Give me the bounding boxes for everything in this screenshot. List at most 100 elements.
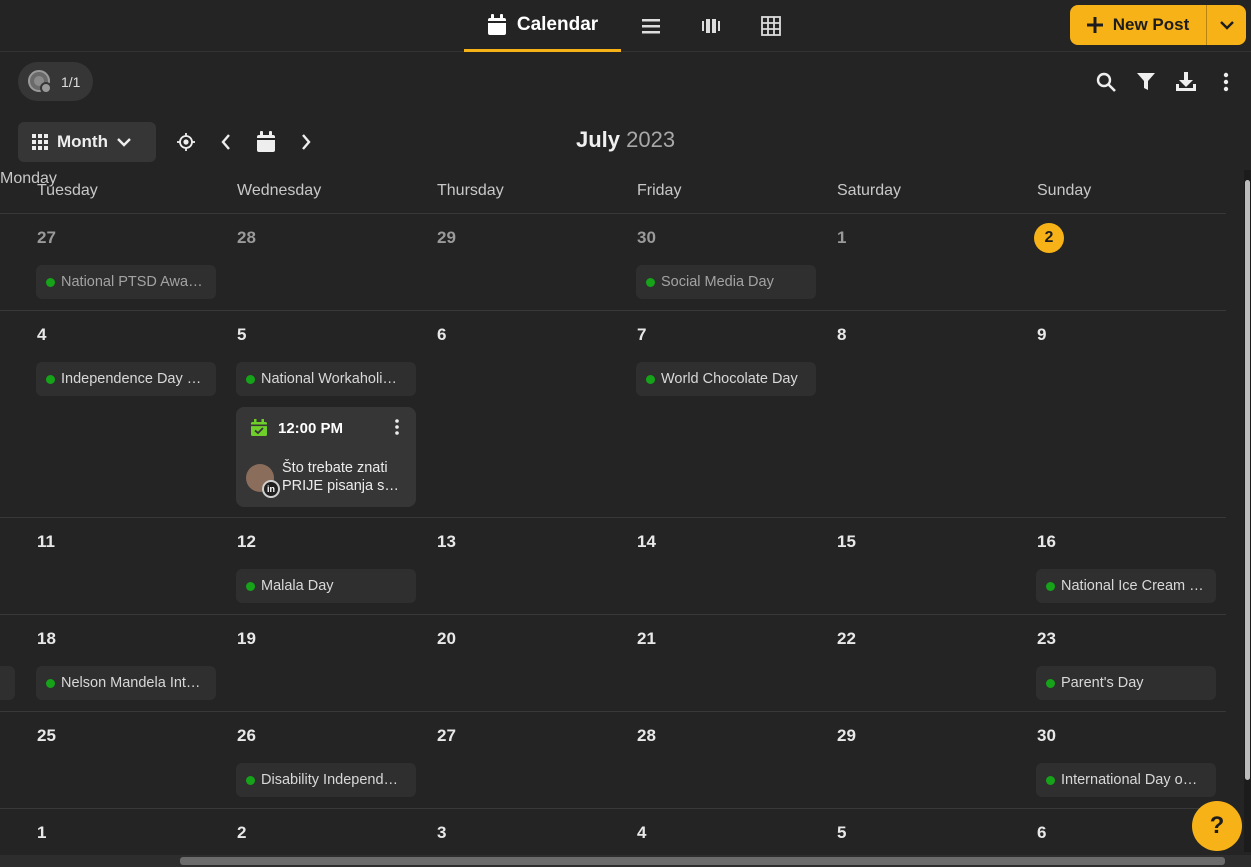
day-cell[interactable]: 1 xyxy=(800,214,1000,310)
day-number: 6 xyxy=(1037,823,1047,842)
day-number: 16 xyxy=(1037,532,1056,551)
day-cell[interactable]: 12 Malala Day xyxy=(200,518,416,614)
new-post-button[interactable]: New Post xyxy=(1070,5,1206,45)
day-cell[interactable]: 29 xyxy=(800,712,1000,808)
day-cell[interactable]: 1 xyxy=(0,809,200,856)
day-cell[interactable]: 6 xyxy=(400,311,600,517)
day-cell[interactable]: 5 xyxy=(800,809,1000,856)
accounts-selector[interactable]: 1/1 xyxy=(18,62,93,101)
day-cell[interactable]: 19 xyxy=(200,615,400,711)
holiday-event-pill[interactable]: National PTSD Awa… xyxy=(36,265,216,299)
day-cell[interactable]: 4 xyxy=(600,809,800,856)
day-cell[interactable]: 23 Parent's Day xyxy=(1000,615,1216,711)
holiday-event-pill[interactable]: World Chocolate Day xyxy=(636,362,816,396)
day-cell[interactable]: 8 xyxy=(800,311,1000,517)
holiday-event-pill[interactable]: Social Media Day xyxy=(636,265,816,299)
day-cell[interactable]: 22 xyxy=(800,615,1000,711)
day-cell[interactable]: 27 National PTSD Awa… xyxy=(0,214,216,310)
day-cell[interactable]: 5 National Workaholi… 12:00 PM in Što trebat… xyxy=(200,311,416,517)
tab-calendar-label: Calendar xyxy=(516,13,599,35)
week-row: 1 2 3 4 5 6 xyxy=(0,809,1226,857)
tab-grid-view[interactable] xyxy=(741,0,801,52)
event-dot-icon xyxy=(1046,678,1055,688)
right-toolbar xyxy=(1096,70,1236,94)
day-cell[interactable]: 29 xyxy=(400,214,600,310)
day-cell[interactable]: 25 xyxy=(0,712,200,808)
day-cell[interactable]: 14 xyxy=(600,518,800,614)
day-cell[interactable]: 21 xyxy=(600,615,800,711)
holiday-event-pill[interactable]: Malala Day xyxy=(236,569,416,603)
filter-icon[interactable] xyxy=(1136,70,1156,94)
day-cell[interactable]: 30 Social Media Day xyxy=(600,214,816,310)
more-vertical-icon[interactable] xyxy=(1216,70,1236,94)
download-icon[interactable] xyxy=(1176,70,1196,94)
day-cell[interactable]: 7 World Chocolate Day xyxy=(600,311,816,517)
weekday-label: Tuesday xyxy=(37,182,98,199)
day-cell[interactable]: 26 Disability Independ… xyxy=(200,712,416,808)
day-cell[interactable]: 9 xyxy=(1000,311,1200,517)
post-preview-text: Što trebate znati PRIJE pisanja s… xyxy=(282,459,410,495)
calendar-icon xyxy=(487,13,507,36)
day-cell[interactable]: 6 xyxy=(1000,809,1200,856)
scheduled-post-card[interactable]: 12:00 PM in Što trebate znati PRIJE pisanja… xyxy=(236,407,416,507)
view-mode-select[interactable]: Month xyxy=(18,122,156,162)
chevron-left-icon[interactable] xyxy=(214,130,238,154)
day-cell[interactable]: 16 National Ice Cream … xyxy=(1000,518,1216,614)
holiday-event-pill[interactable]: National Ice Cream … xyxy=(1036,569,1216,603)
offscreen-event-pill[interactable] xyxy=(0,666,15,700)
day-cell[interactable]: 28 xyxy=(600,712,800,808)
date-picker-icon[interactable] xyxy=(254,130,278,154)
weekday-label: Friday xyxy=(637,182,682,199)
day-number: 20 xyxy=(437,629,456,648)
day-number: 22 xyxy=(837,629,856,648)
event-title: National Ice Cream … xyxy=(1061,578,1204,594)
holiday-event-pill[interactable]: Independence Day … xyxy=(36,362,216,396)
new-post-label: New Post xyxy=(1112,15,1190,34)
day-cell[interactable]: 27 xyxy=(400,712,600,808)
day-number: 28 xyxy=(237,228,256,247)
day-cell[interactable]: 18 Nelson Mandela Int… xyxy=(0,615,216,711)
event-dot-icon xyxy=(646,374,655,384)
day-cell[interactable]: 11 xyxy=(0,518,200,614)
new-post-dropdown-button[interactable] xyxy=(1206,5,1246,45)
weekday-label: Thursday xyxy=(437,182,504,199)
day-number: 7 xyxy=(637,325,647,344)
event-title: Parent's Day xyxy=(1061,675,1144,691)
event-dot-icon xyxy=(246,775,255,785)
holiday-event-pill[interactable]: Nelson Mandela Int… xyxy=(36,666,216,700)
horizontal-scrollbar[interactable] xyxy=(0,855,1251,867)
vertical-scrollbar[interactable] xyxy=(1244,170,1251,852)
day-cell[interactable]: 28 xyxy=(200,214,400,310)
holiday-event-pill[interactable]: National Workaholi… xyxy=(236,362,416,396)
holiday-event-pill[interactable]: Parent's Day xyxy=(1036,666,1216,700)
day-cell[interactable]: 2 xyxy=(1000,214,1200,310)
locate-today-icon[interactable] xyxy=(174,130,198,154)
grid-icon xyxy=(761,16,781,36)
tab-board-view[interactable] xyxy=(681,0,741,52)
event-title: Independence Day … xyxy=(61,371,202,387)
day-cell[interactable]: 2 xyxy=(200,809,400,856)
day-cell[interactable]: 15 xyxy=(800,518,1000,614)
day-cell[interactable]: 4 Independence Day … xyxy=(0,311,216,517)
chevron-right-icon[interactable] xyxy=(294,130,318,154)
day-number: 8 xyxy=(837,325,847,344)
day-number: 27 xyxy=(37,228,56,247)
day-cell[interactable]: 20 xyxy=(400,615,600,711)
event-dot-icon xyxy=(1046,775,1055,785)
calendar-check-icon xyxy=(250,419,268,437)
help-button[interactable]: ? xyxy=(1192,801,1242,851)
day-cell[interactable]: 3 xyxy=(400,809,600,856)
tab-list-view[interactable] xyxy=(621,0,681,52)
account-avatar-icon xyxy=(27,69,53,95)
holiday-event-pill[interactable]: Disability Independ… xyxy=(236,763,416,797)
day-number: 11 xyxy=(37,532,55,551)
day-number: 28 xyxy=(637,726,656,745)
post-time: 12:00 PM xyxy=(278,419,344,437)
search-icon[interactable] xyxy=(1096,70,1116,94)
tab-calendar[interactable]: Calendar xyxy=(464,0,621,52)
day-cell[interactable]: 13 xyxy=(400,518,600,614)
day-cell[interactable]: 30 International Day o… xyxy=(1000,712,1216,808)
holiday-event-pill[interactable]: International Day o… xyxy=(1036,763,1216,797)
day-number: 1 xyxy=(837,228,847,247)
week-row: 25 26 Disability Independ… 27 28 29 30 Internat… xyxy=(0,712,1226,809)
